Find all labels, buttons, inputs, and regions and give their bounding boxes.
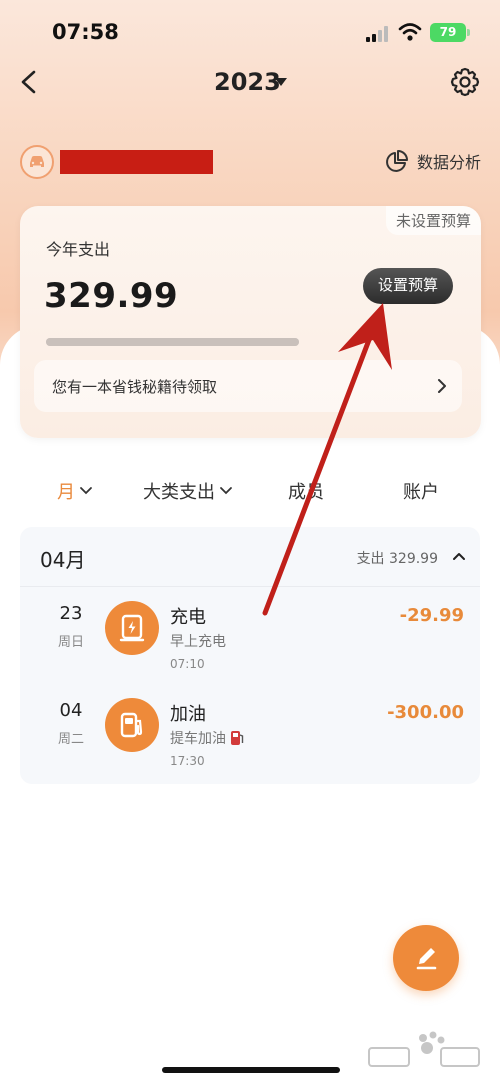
budget-progress-bar <box>46 338 299 346</box>
tab-members[interactable]: 成员 <box>288 478 324 504</box>
no-budget-tag: 未设置预算 <box>385 206 481 235</box>
filter-tabs: 月 大类支出 成员 账户 <box>0 470 500 510</box>
battery-level: 79 <box>430 23 466 42</box>
chevron-right-icon <box>438 379 446 393</box>
watermark-logo-icon <box>368 1031 480 1067</box>
row-amount: -300.00 <box>387 702 464 723</box>
group-total: 支出 329.99 <box>356 551 438 567</box>
car-avatar[interactable] <box>20 145 54 179</box>
car-icon <box>30 156 44 167</box>
pencil-icon <box>416 948 437 970</box>
row-note: 提车加油 <box>170 728 245 748</box>
month-group: 04月 支出 329.99 23 周日 充电 早上充电 07:10 -29.99… <box>20 527 480 784</box>
tab-month[interactable]: 月 <box>57 478 93 504</box>
month-group-header[interactable]: 04月 支出 329.99 <box>20 527 480 587</box>
data-analysis-button[interactable]: 数据分析 <box>385 147 481 175</box>
year-selector[interactable]: 2023 <box>214 68 281 96</box>
fuel-pump-icon <box>105 698 159 752</box>
row-title: 加油 <box>170 704 206 725</box>
transaction-row[interactable]: 04 周二 加油 提车加油 17:30 -300.00 <box>20 684 480 779</box>
tab-category-label: 大类支出 <box>143 482 215 503</box>
caret-down-icon[interactable] <box>275 78 287 86</box>
tab-category-expense[interactable]: 大类支出 <box>143 478 233 504</box>
wifi-icon <box>398 23 422 41</box>
data-analysis-label: 数据分析 <box>417 153 482 172</box>
top-nav: 2023 <box>0 60 500 106</box>
redacted-account-name <box>60 150 213 174</box>
row-day: 23 <box>59 603 83 624</box>
cellular-signal-icon <box>366 26 390 42</box>
set-budget-button[interactable]: 设置预算 <box>363 268 453 304</box>
tab-members-label: 成员 <box>288 482 324 503</box>
row-amount: -29.99 <box>399 605 464 626</box>
gear-icon[interactable] <box>449 66 481 98</box>
home-indicator <box>162 1067 340 1073</box>
yearly-expense-amount: 329.99 <box>44 276 179 316</box>
battery-tip <box>467 29 470 36</box>
row-note: 早上充电 <box>170 634 226 650</box>
pie-chart-icon <box>386 150 408 172</box>
chevron-down-icon <box>220 487 232 495</box>
savings-promo-banner[interactable]: 您有一本省钱秘籍待领取 <box>34 360 462 412</box>
back-arrow-icon[interactable] <box>16 68 42 96</box>
row-weekday: 周二 <box>57 732 84 747</box>
fuel-pump-emoji-icon <box>231 731 244 745</box>
row-time: 17:30 <box>170 754 205 768</box>
row-time: 07:10 <box>170 657 205 671</box>
tab-accounts-label: 账户 <box>403 482 439 503</box>
add-record-button[interactable] <box>393 925 459 991</box>
yearly-expense-label: 今年支出 <box>46 240 111 259</box>
row-title: 充电 <box>170 607 206 628</box>
status-bar: 07:58 79 <box>0 0 500 60</box>
promo-text: 您有一本省钱秘籍待领取 <box>52 378 218 396</box>
row-weekday: 周日 <box>57 635 84 650</box>
charging-station-icon <box>105 601 159 655</box>
tab-accounts[interactable]: 账户 <box>403 478 439 504</box>
group-month: 04月 <box>40 548 86 572</box>
transaction-row[interactable]: 23 周日 充电 早上充电 07:10 -29.99 <box>20 587 480 682</box>
yearly-summary-card: 未设置预算 今年支出 329.99 设置预算 您有一本省钱秘籍待领取 <box>20 206 481 438</box>
row-day: 04 <box>59 700 83 721</box>
tab-month-label: 月 <box>57 482 75 503</box>
status-time: 07:58 <box>52 20 119 44</box>
chevron-down-icon <box>80 487 92 495</box>
chevron-up-icon[interactable] <box>452 551 466 561</box>
